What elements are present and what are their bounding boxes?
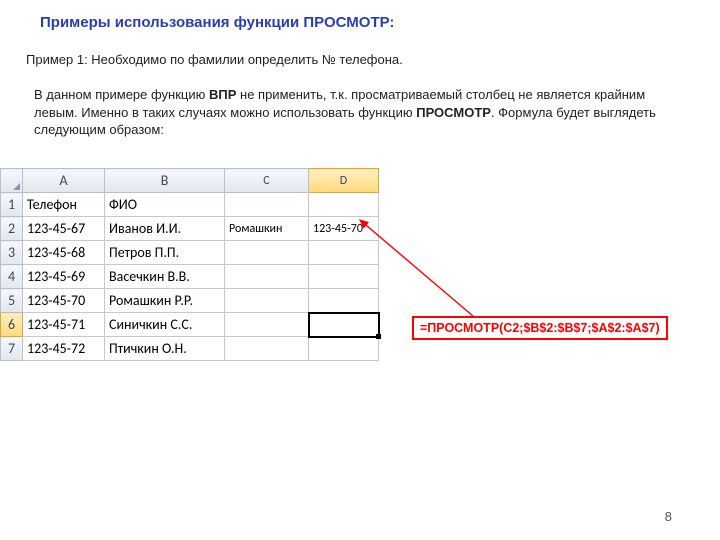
cell[interactable]: ФИО [105, 193, 225, 217]
row-header-2[interactable]: 2 [1, 217, 23, 241]
row-header-1[interactable]: 1 [1, 193, 23, 217]
cell[interactable] [225, 241, 309, 265]
cell[interactable] [225, 289, 309, 313]
col-header-c[interactable]: C [225, 169, 309, 193]
vpr-bold: ВПР [209, 87, 236, 102]
cell[interactable]: Ромашкин [225, 217, 309, 241]
row-header-5[interactable]: 5 [1, 289, 23, 313]
cell[interactable] [225, 313, 309, 337]
cell[interactable] [225, 337, 309, 361]
slide-title: Примеры использования функции ПРОСМОТР: [40, 14, 394, 31]
col-header-a[interactable]: A [23, 169, 105, 193]
cell[interactable]: 123-45-67 [23, 217, 105, 241]
cell[interactable]: Петров П.П. [105, 241, 225, 265]
cell[interactable] [309, 289, 379, 313]
cell[interactable]: 123-45-71 [23, 313, 105, 337]
cell[interactable] [309, 265, 379, 289]
example-subtitle: Пример 1: Необходимо по фамилии определи… [26, 52, 403, 67]
cell[interactable] [225, 193, 309, 217]
cell[interactable]: Иванов И.И. [105, 217, 225, 241]
cell[interactable]: Синичкин С.С. [105, 313, 225, 337]
cell[interactable]: 123-45-70 [309, 217, 379, 241]
row-header-6[interactable]: 6 [1, 313, 23, 337]
spreadsheet: A B C D 1 Телефон ФИО 2 123-45-67 Иванов… [0, 168, 379, 361]
row-header-4[interactable]: 4 [1, 265, 23, 289]
para-text: В данном примере функцию [34, 87, 209, 102]
active-cell[interactable] [309, 313, 379, 337]
row-header-3[interactable]: 3 [1, 241, 23, 265]
row-header-7[interactable]: 7 [1, 337, 23, 361]
cell[interactable]: 123-45-68 [23, 241, 105, 265]
col-header-b[interactable]: B [105, 169, 225, 193]
description-paragraph: В данном примере функцию ВПР не применит… [34, 86, 674, 139]
col-header-d[interactable]: D [309, 169, 379, 193]
cell[interactable] [309, 193, 379, 217]
cell[interactable]: Телефон [23, 193, 105, 217]
cell[interactable] [225, 265, 309, 289]
select-all-corner[interactable] [1, 169, 23, 193]
cell[interactable]: 123-45-70 [23, 289, 105, 313]
formula-callout: =ПРОСМОТР(C2;$B$2:$B$7;$A$2:$A$7) [412, 316, 668, 340]
page-number: 8 [665, 509, 672, 524]
cell[interactable]: Ромашкин Р.Р. [105, 289, 225, 313]
cell[interactable] [309, 337, 379, 361]
cell[interactable] [309, 241, 379, 265]
prosmotr-bold: ПРОСМОТР [416, 105, 491, 120]
cell[interactable]: Птичкин О.Н. [105, 337, 225, 361]
cell[interactable]: Васечкин В.В. [105, 265, 225, 289]
cell[interactable]: 123-45-69 [23, 265, 105, 289]
cell[interactable]: 123-45-72 [23, 337, 105, 361]
